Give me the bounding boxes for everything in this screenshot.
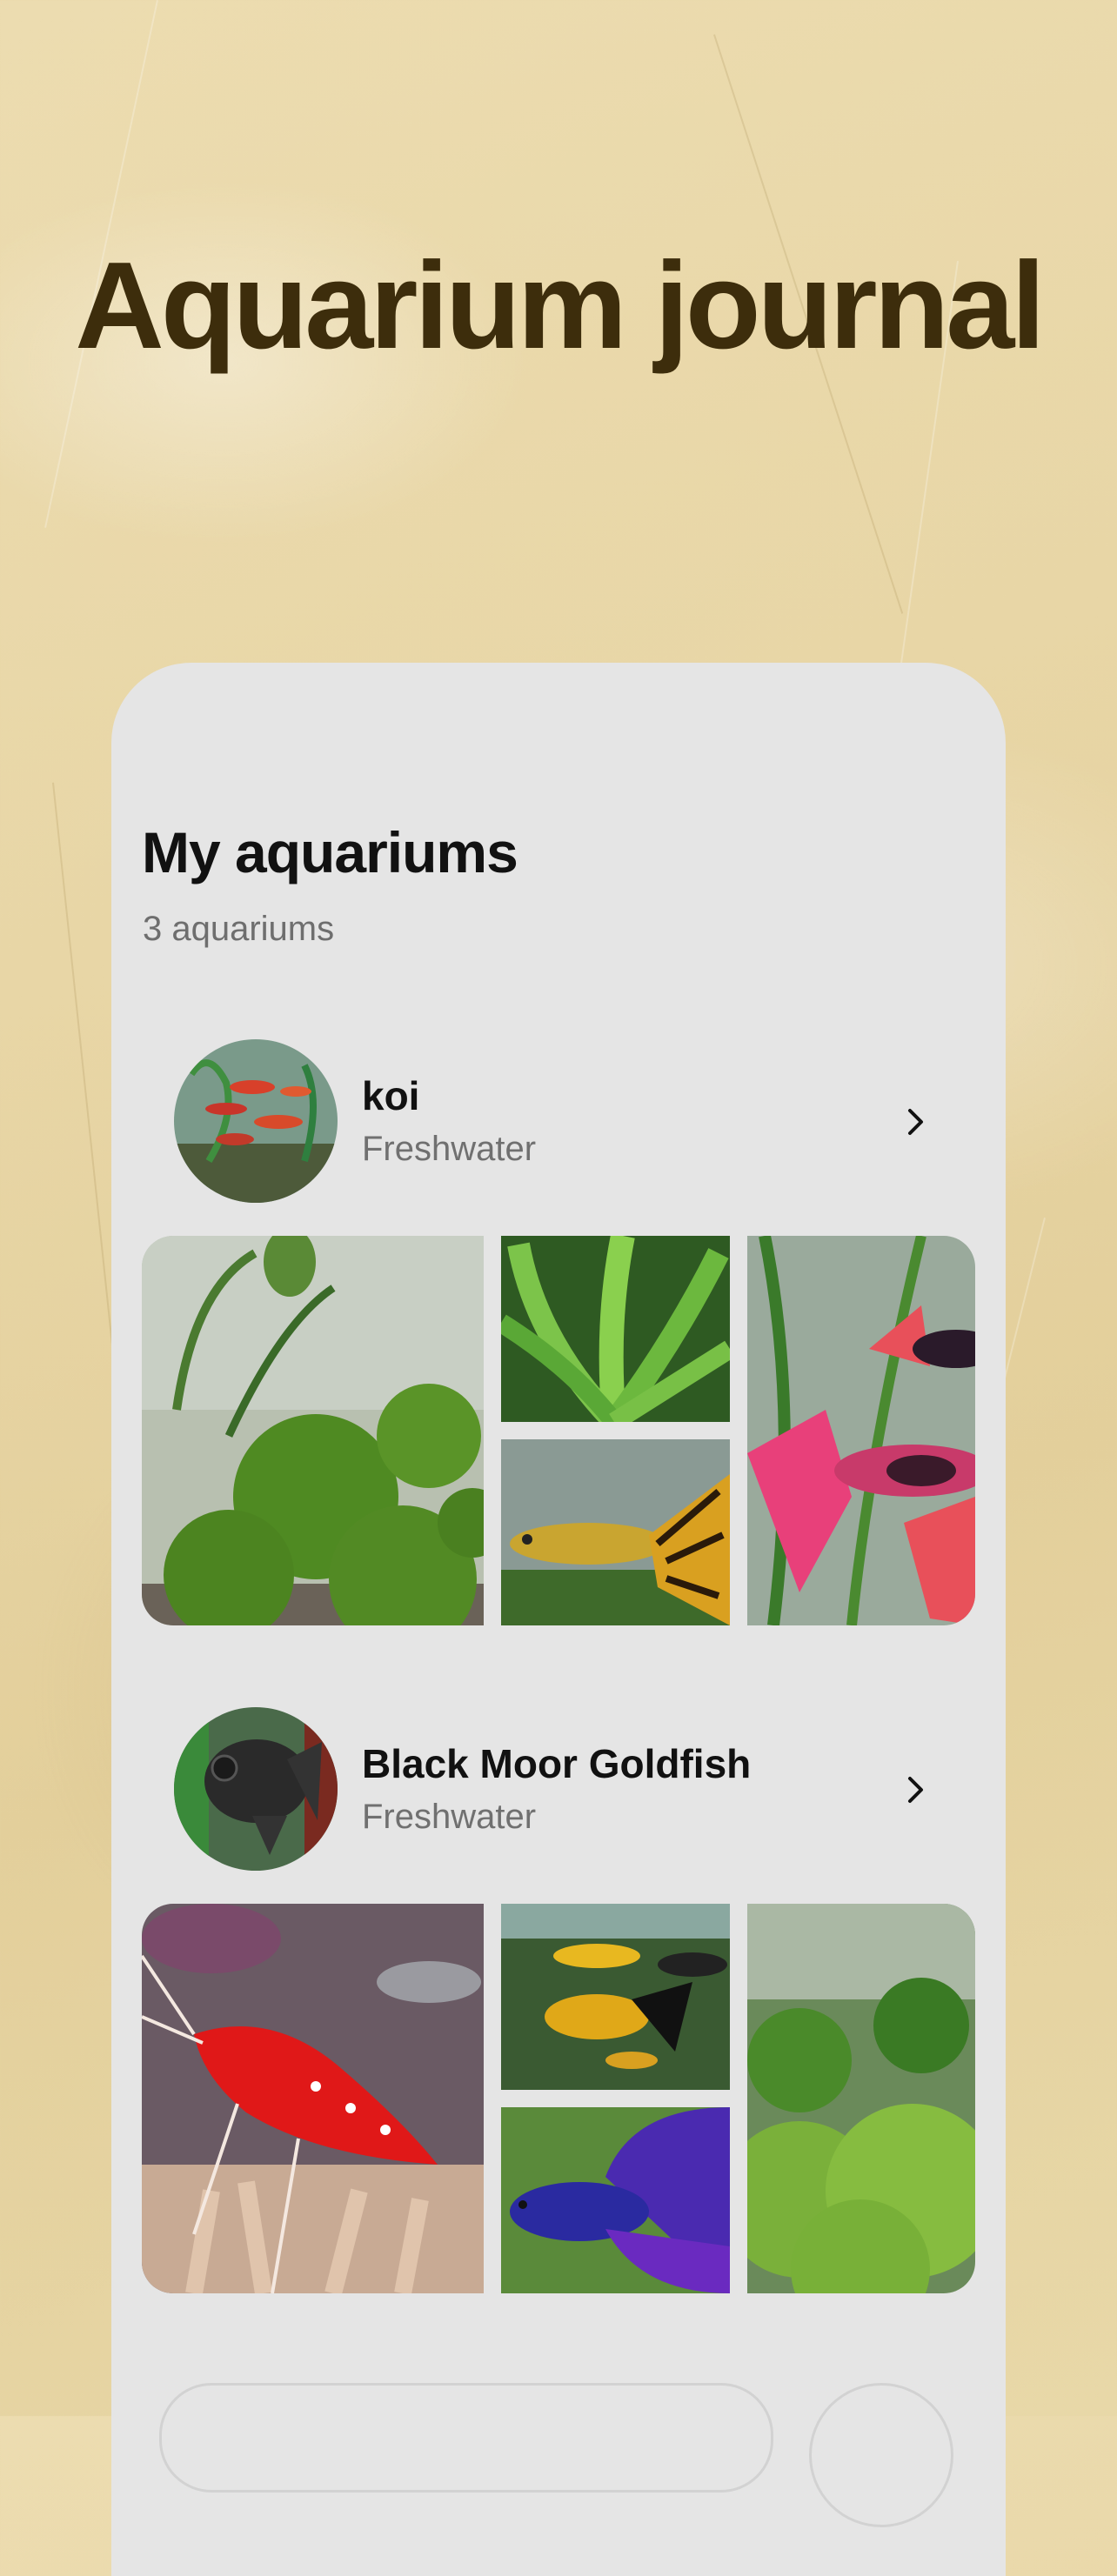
moss-balls-photo[interactable] xyxy=(142,1236,484,1625)
aquarium-avatar xyxy=(174,1707,338,1871)
chevron-right-icon[interactable] xyxy=(894,1100,938,1144)
aquarium-header[interactable]: Black Moor Goldfish Freshwater xyxy=(142,1707,975,1872)
aquarium-avatar xyxy=(174,1039,338,1203)
green-plants-photo[interactable] xyxy=(747,1904,975,2293)
aquarium-name: Black Moor Goldfish xyxy=(362,1741,752,1786)
aquarium-card-black-moor-goldfish[interactable]: Black Moor Goldfish Freshwater xyxy=(142,1707,975,2293)
page-title: My aquariums xyxy=(142,820,518,884)
photo-grid xyxy=(142,1904,975,2293)
phone-mockup: My aquariums 3 aquariums koi Freshwater xyxy=(111,663,1006,2576)
bottom-action-button[interactable] xyxy=(809,2383,953,2527)
guppy-photo[interactable] xyxy=(501,1439,730,1625)
pink-guppies-photo[interactable] xyxy=(747,1236,975,1625)
red-shrimp-photo[interactable] xyxy=(142,1904,484,2293)
hero-title: Aquarium journal xyxy=(75,237,1046,375)
plant-leaves-photo[interactable] xyxy=(501,1236,730,1422)
yellow-fish-photo[interactable] xyxy=(501,1904,730,2090)
aquarium-name: koi xyxy=(362,1073,420,1118)
chevron-right-icon[interactable] xyxy=(894,1768,938,1812)
photo-grid xyxy=(142,1236,975,1625)
aquarium-header[interactable]: koi Freshwater xyxy=(142,1039,975,1205)
aquarium-type: Freshwater xyxy=(362,1130,537,1168)
bottom-action-pill[interactable] xyxy=(159,2383,773,2493)
betta-fish-photo[interactable] xyxy=(501,2107,730,2293)
aquarium-count: 3 aquariums xyxy=(143,910,335,948)
aquarium-card-koi[interactable]: koi Freshwater xyxy=(142,1039,975,1625)
aquarium-type: Freshwater xyxy=(362,1798,537,1836)
